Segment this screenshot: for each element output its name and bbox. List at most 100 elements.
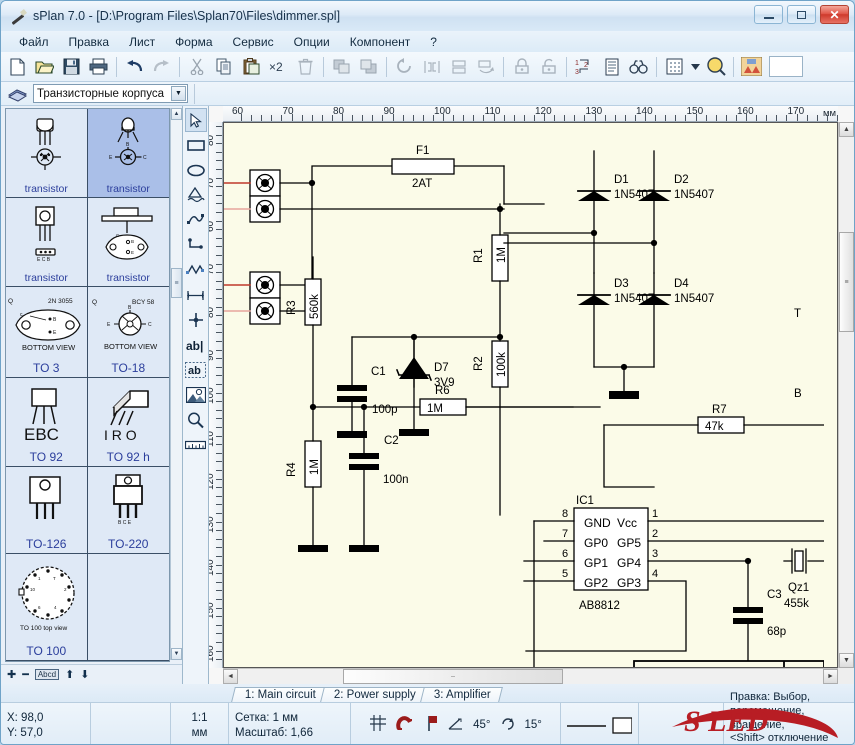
rename-abcd-icon[interactable]: Abcd bbox=[35, 669, 59, 680]
move-up-icon[interactable]: ⬆ bbox=[65, 668, 74, 681]
to92h-package-icon: I R O bbox=[88, 378, 170, 451]
cursor-coordinates: X: 98,0 Y: 57,0 bbox=[1, 703, 91, 745]
ruler-label: 140 bbox=[636, 106, 653, 117]
save-disk-icon[interactable] bbox=[59, 55, 84, 79]
copy-icon[interactable] bbox=[212, 55, 237, 79]
schematic-sheet[interactable]: F1 2AT R1 1M R2 100k R3 560k R4 1M R6 1M… bbox=[223, 122, 838, 668]
library-item-transistor-4[interactable]: B E C transistor bbox=[88, 198, 170, 287]
library-item-to100[interactable]: 1 T 10 2 6 4 TO 100 top view TO 100 bbox=[6, 554, 88, 661]
ruler-label: 160 bbox=[209, 645, 216, 662]
menu-item-component[interactable]: Компонент bbox=[340, 33, 421, 51]
renumber-icon[interactable]: 123 bbox=[572, 55, 597, 79]
menu-item-service[interactable]: Сервис bbox=[223, 33, 284, 51]
rectangle-tool[interactable] bbox=[185, 133, 207, 157]
colors-icon[interactable] bbox=[739, 55, 764, 79]
capacitor-c3 bbox=[733, 561, 763, 668]
menu-item-sheet[interactable]: Лист bbox=[119, 33, 165, 51]
scroll-down-button[interactable]: ▼ bbox=[839, 653, 854, 668]
grid-icon[interactable] bbox=[662, 55, 687, 79]
polyline-tool[interactable] bbox=[185, 233, 207, 257]
library-item-transistor-3[interactable]: E C B transistor bbox=[6, 198, 88, 287]
rotate-15-icon[interactable] bbox=[500, 716, 516, 735]
menu-item-help[interactable]: ? bbox=[420, 33, 447, 51]
paste-icon[interactable] bbox=[239, 55, 264, 79]
grid-toggle-icon[interactable] bbox=[369, 714, 387, 736]
ruler-label: 70 bbox=[283, 106, 294, 117]
maximize-button[interactable] bbox=[787, 5, 816, 24]
line-style-cell[interactable] bbox=[561, 703, 639, 745]
library-item-to126[interactable]: TO-126 bbox=[6, 467, 88, 554]
scroll-right-button[interactable]: ► bbox=[823, 669, 838, 684]
connection-point-tool[interactable] bbox=[185, 308, 207, 332]
bezier-tool[interactable] bbox=[185, 208, 207, 232]
print-icon[interactable] bbox=[86, 55, 111, 79]
toolbar-separator bbox=[116, 57, 117, 77]
menu-item-options[interactable]: Опции bbox=[284, 33, 340, 51]
new-file-icon[interactable] bbox=[5, 55, 30, 79]
close-button[interactable]: ✕ bbox=[820, 5, 849, 24]
measure-ruler-tool[interactable] bbox=[185, 433, 207, 457]
tab-main-circuit[interactable]: 1: Main circuit bbox=[231, 687, 328, 702]
grid-dropdown-icon[interactable] bbox=[689, 55, 701, 79]
horizontal-scroll-thumb[interactable]: ┈ bbox=[343, 669, 563, 684]
grid-info-cell[interactable]: Сетка: 1 мм Масштаб: 1,66 bbox=[229, 703, 351, 745]
toolbar-text-field[interactable] bbox=[769, 56, 803, 77]
duplicate-x2-icon[interactable]: ×2 bbox=[266, 55, 291, 79]
ruler-tick bbox=[605, 115, 606, 121]
pin-marker-icon[interactable] bbox=[422, 714, 438, 736]
bom-list-icon[interactable] bbox=[599, 55, 624, 79]
ruler-tick bbox=[216, 178, 222, 179]
minimize-button[interactable] bbox=[754, 5, 783, 24]
ruler-tick bbox=[776, 115, 777, 121]
library-scroll-thumb[interactable]: ≡ bbox=[171, 268, 182, 298]
tab-amplifier[interactable]: 3: Amplifier bbox=[420, 687, 503, 702]
scroll-left-button[interactable]: ◄ bbox=[223, 669, 238, 684]
chevron-down-icon[interactable]: ▼ bbox=[171, 86, 186, 101]
ruler-tick bbox=[216, 160, 222, 161]
image-tool[interactable] bbox=[185, 383, 207, 407]
canvas-vertical-scrollbar[interactable]: ▲ ≡ ▼ bbox=[838, 122, 854, 668]
library-combo[interactable]: Транзисторные корпуса ▼ bbox=[33, 84, 188, 103]
library-item-to92h[interactable]: I R O TO 92 h bbox=[88, 378, 170, 467]
scale-ratio-cell[interactable]: 1:1 мм bbox=[171, 703, 229, 745]
tab-power-supply[interactable]: 2: Power supply bbox=[320, 687, 428, 702]
zoom-tool[interactable] bbox=[185, 408, 207, 432]
library-item-transistor-1[interactable]: transistor bbox=[6, 109, 88, 198]
library-scroll-down-button[interactable]: ▼ bbox=[171, 648, 182, 660]
library-scrollbar[interactable]: ▲ ≡ ▼ bbox=[170, 108, 182, 660]
move-down-icon[interactable]: ⬇ bbox=[80, 668, 89, 681]
add-icon[interactable]: ✚ bbox=[7, 668, 16, 681]
menu-item-form[interactable]: Форма bbox=[165, 33, 222, 51]
open-folder-icon[interactable] bbox=[32, 55, 57, 79]
fill-style-preview bbox=[612, 717, 632, 735]
remove-icon[interactable]: ━ bbox=[22, 668, 29, 681]
library-item-to220[interactable]: B C E TO-220 bbox=[88, 467, 170, 554]
library-item-to92[interactable]: EBC TO 92 bbox=[6, 378, 88, 467]
library-book-icon[interactable] bbox=[5, 82, 30, 106]
canvas-horizontal-scrollbar[interactable]: ◄ ┈ ► bbox=[223, 668, 838, 684]
polygon-tool[interactable] bbox=[185, 183, 207, 207]
find-binoculars-icon[interactable] bbox=[626, 55, 651, 79]
library-item-to3[interactable]: Q 2N 3055 c B E BOTTOM VIEW bbox=[6, 287, 88, 378]
snap-magnet-icon[interactable] bbox=[396, 715, 413, 736]
library-item-transistor-2[interactable]: B E C transistor bbox=[88, 109, 170, 198]
library-item-to18[interactable]: Q BCY 58 B E C BOTTOM VIEW TO-18 bbox=[88, 287, 170, 378]
ruler-tick bbox=[352, 115, 353, 121]
library-scroll-up-button[interactable]: ▲ bbox=[171, 108, 182, 120]
scroll-up-button[interactable]: ▲ bbox=[839, 122, 854, 137]
text-box-tool[interactable]: ab bbox=[185, 358, 207, 382]
svg-text:ab: ab bbox=[188, 365, 201, 377]
ellipse-tool[interactable] bbox=[185, 158, 207, 182]
ruler-tick bbox=[716, 115, 717, 121]
undo-icon[interactable] bbox=[122, 55, 147, 79]
zoom-icon[interactable] bbox=[703, 55, 728, 79]
angle-45-icon[interactable] bbox=[447, 716, 464, 735]
menu-item-edit[interactable]: Правка bbox=[59, 33, 120, 51]
menu-item-file[interactable]: Файл bbox=[9, 33, 59, 51]
text-tool[interactable]: ab| bbox=[185, 333, 207, 357]
spline-tool[interactable] bbox=[185, 258, 207, 282]
library-item-empty[interactable] bbox=[88, 554, 170, 661]
vertical-scroll-thumb[interactable]: ≡ bbox=[839, 232, 854, 332]
dimension-tool[interactable] bbox=[185, 283, 207, 307]
select-arrow-tool[interactable] bbox=[185, 108, 207, 132]
